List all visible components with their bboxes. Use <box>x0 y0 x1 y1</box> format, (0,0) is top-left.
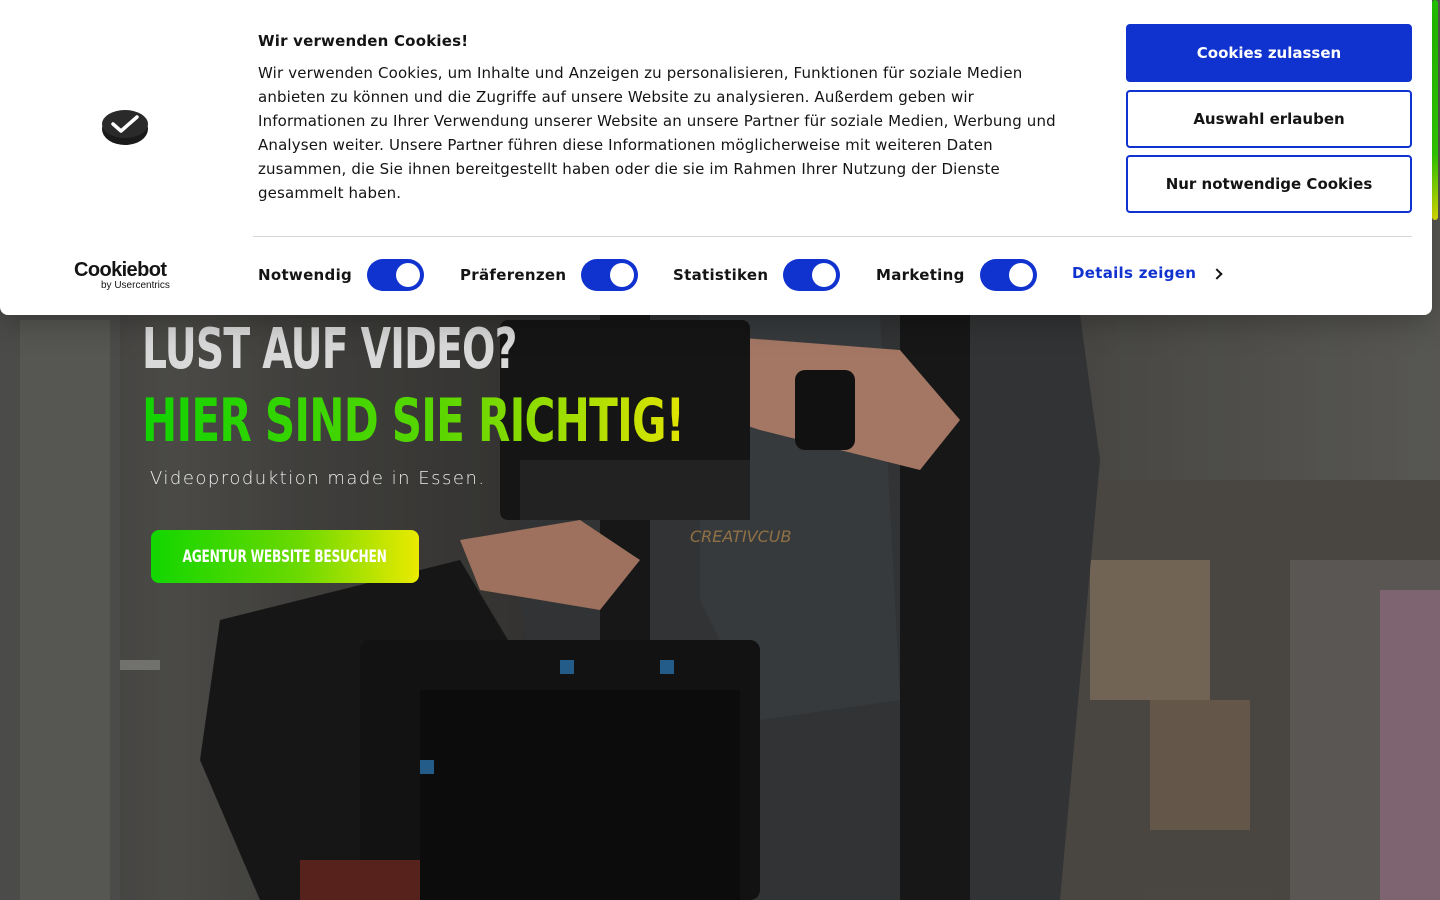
agency-website-button-label: Agentur Website besuchen <box>182 546 388 567</box>
toggle-knob <box>812 263 837 287</box>
chevron-right-icon <box>1211 267 1223 280</box>
cookie-banner-divider <box>253 236 1412 237</box>
toggle-marketing[interactable] <box>979 259 1037 291</box>
toggle-label-preferences: Präferenzen <box>460 266 567 284</box>
toggle-group-preferences: Präferenzen <box>460 258 639 292</box>
toggle-group-marketing: Marketing <box>876 258 1037 292</box>
toggle-label-necessary: Notwendig <box>258 266 353 284</box>
toggle-necessary[interactable] <box>367 259 425 291</box>
cookie-consent-banner: Wir verwenden Cookies! Wir verwenden Coo… <box>0 0 1432 315</box>
cookie-banner-description: Wir verwenden Cookies, um Inhalte und An… <box>258 64 1056 202</box>
toggle-knob <box>396 263 421 287</box>
toggle-label-statistics: Statistiken <box>673 266 769 284</box>
show-details-link[interactable]: Details zeigen <box>1072 264 1223 282</box>
hero-headline-primary: Lust auf Video? <box>142 317 517 382</box>
toggle-knob <box>610 263 635 287</box>
cookie-banner-title: Wir verwenden Cookies! <box>258 32 469 50</box>
toggle-label-marketing: Marketing <box>876 266 965 284</box>
show-details-label: Details zeigen <box>1072 264 1197 282</box>
hero-subline: Videoproduktion made in Essen. <box>150 468 486 489</box>
cookiebot-logo-byline: by Usercentrics <box>101 280 170 291</box>
cookiebot-logo-name: Cookiebot <box>74 259 167 281</box>
hero-headline-secondary: Hier sind Sie richtig! <box>142 386 685 456</box>
necessary-cookies-only-button[interactable]: Nur notwendige Cookies <box>1126 155 1412 213</box>
allow-all-cookies-button[interactable]: Cookies zulassen <box>1126 24 1412 82</box>
toggle-preferences[interactable] <box>581 259 639 291</box>
cookie-consent-logo-icon <box>102 110 148 145</box>
toggle-statistics[interactable] <box>783 259 841 291</box>
toggle-knob <box>1008 263 1033 287</box>
toggle-group-statistics: Statistiken <box>673 258 841 292</box>
page-scrollbar[interactable] <box>1432 0 1438 220</box>
cookiebot-logo: Cookiebot by Usercentrics <box>74 259 184 293</box>
toggle-group-necessary: Notwendig <box>258 258 425 292</box>
allow-selection-button[interactable]: Auswahl erlauben <box>1126 90 1412 148</box>
agency-website-button[interactable]: Agentur Website besuchen <box>151 530 419 583</box>
